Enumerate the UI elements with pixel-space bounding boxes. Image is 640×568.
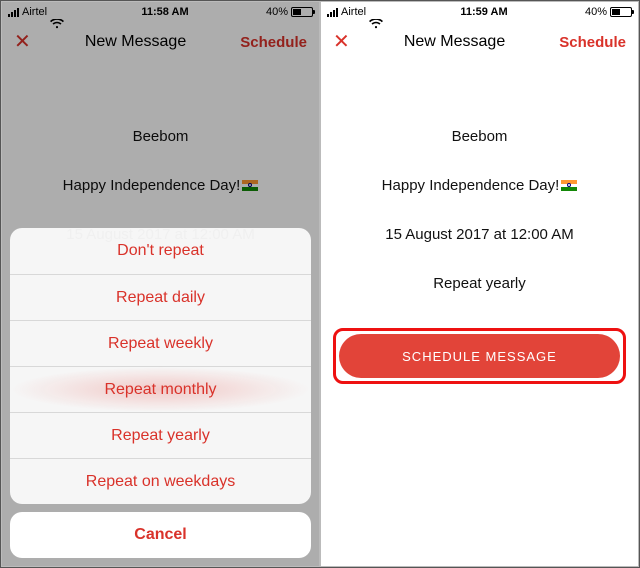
- annotation-highlight: [333, 328, 626, 384]
- option-repeat-monthly[interactable]: Repeat monthly: [10, 366, 311, 412]
- wifi-icon: [369, 7, 383, 17]
- form-rows: Beebom Happy Independence Day! 15 August…: [321, 96, 638, 292]
- battery-percent: 40%: [585, 6, 607, 18]
- action-sheet-cancel[interactable]: Cancel: [10, 512, 311, 558]
- repeat-action-sheet: Don't repeat Repeat daily Repeat weekly …: [10, 228, 311, 558]
- carrier-label: Airtel: [341, 6, 366, 18]
- cta-container: SCHEDULE MESSAGE: [339, 334, 620, 378]
- message-row[interactable]: Happy Independence Day!: [321, 145, 638, 194]
- status-right: 40%: [585, 6, 632, 18]
- datetime-row[interactable]: 15 August 2017 at 12:00 AM: [321, 194, 638, 243]
- status-bar: Airtel 11:59 AM 40%: [321, 2, 638, 22]
- battery-icon: [610, 7, 632, 17]
- message-text: Happy Independence Day!: [382, 177, 560, 194]
- status-time: 11:59 AM: [460, 6, 507, 18]
- close-icon[interactable]: ✕: [333, 32, 350, 52]
- option-repeat-weekly[interactable]: Repeat weekly: [10, 320, 311, 366]
- option-repeat-yearly[interactable]: Repeat yearly: [10, 412, 311, 458]
- option-dont-repeat[interactable]: Don't repeat: [10, 228, 311, 274]
- india-flag-icon: [561, 180, 577, 191]
- pane-left-actionsheet: Airtel 11:58 AM 40% ✕ New Message Schedu…: [2, 2, 319, 566]
- repeat-options-group: Don't repeat Repeat daily Repeat weekly …: [10, 228, 311, 504]
- status-left: Airtel: [327, 6, 383, 18]
- recipient-row[interactable]: Beebom: [321, 96, 638, 145]
- pane-right-preview: Airtel 11:59 AM 40% ✕ New Message Schedu…: [321, 2, 638, 566]
- option-repeat-weekdays[interactable]: Repeat on weekdays: [10, 458, 311, 504]
- cellular-signal-icon: [327, 8, 338, 17]
- repeat-row[interactable]: Repeat yearly: [321, 243, 638, 292]
- option-repeat-daily[interactable]: Repeat daily: [10, 274, 311, 320]
- nav-title: New Message: [404, 33, 505, 51]
- schedule-nav-button[interactable]: Schedule: [559, 34, 626, 51]
